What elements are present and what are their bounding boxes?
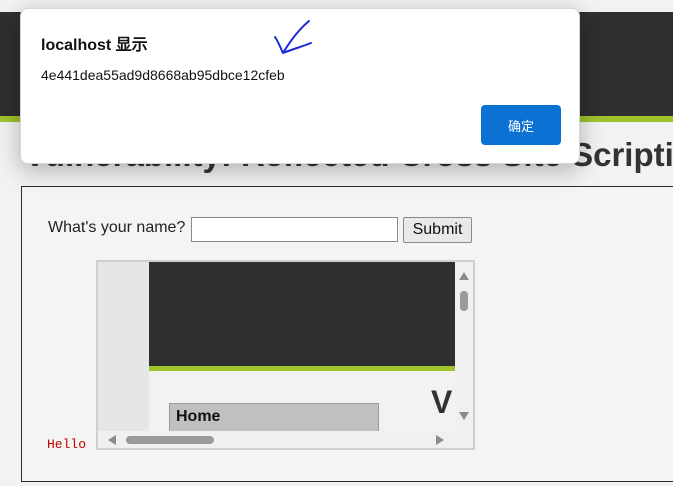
scroll-right-arrow-icon[interactable]: [436, 435, 444, 445]
iframe-nav-home[interactable]: Home: [169, 403, 379, 433]
alert-dialog: localhost 显示 4e441dea55ad9d8668ab95dbce1…: [20, 8, 580, 164]
name-label: What's your name?: [48, 219, 186, 236]
injected-iframe[interactable]: Home V: [96, 260, 475, 450]
name-input[interactable]: [191, 217, 398, 242]
scroll-left-arrow-icon[interactable]: [108, 435, 116, 445]
submit-button[interactable]: Submit: [403, 217, 472, 243]
scroll-corner: [455, 431, 473, 448]
vertical-scroll-thumb[interactable]: [460, 291, 468, 311]
iframe-horizontal-scrollbar[interactable]: [98, 431, 455, 448]
ok-button[interactable]: 确定: [481, 105, 561, 145]
iframe-vertical-scrollbar[interactable]: [455, 262, 473, 431]
dialog-title: localhost 显示: [41, 37, 148, 54]
scroll-down-arrow-icon[interactable]: [459, 412, 469, 420]
vulnerable-code-area: What's your name? Submit Home V Hello: [21, 186, 673, 482]
handwritten-checkmark-icon: [274, 20, 312, 54]
iframe-title-fragment: V: [431, 384, 453, 420]
hello-output: Hello: [47, 437, 87, 452]
iframe-header: [149, 262, 455, 366]
dialog-message: 4e441dea55ad9d8668ab95dbce12cfeb: [41, 67, 285, 83]
scroll-up-arrow-icon[interactable]: [459, 272, 469, 280]
iframe-left-panel: [98, 262, 149, 448]
horizontal-scroll-thumb[interactable]: [126, 436, 214, 444]
iframe-content: Home V: [149, 371, 455, 433]
